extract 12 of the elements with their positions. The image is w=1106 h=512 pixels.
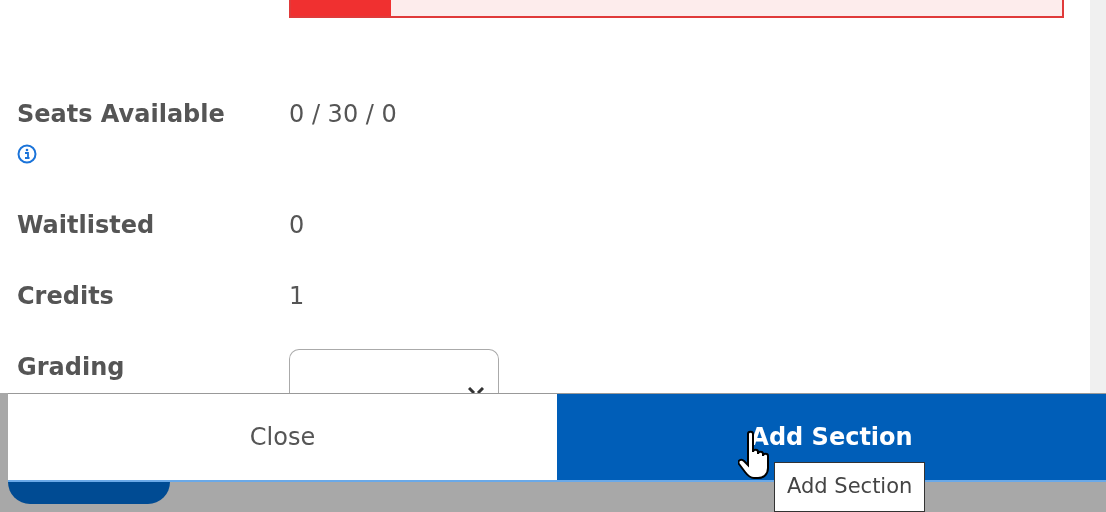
field-value: 0 / 30 / 0 [289,99,397,130]
field-label: Waitlisted [17,210,156,241]
tooltip: Add Section [774,462,926,512]
field-label: Grading [17,352,126,383]
field-label: Seats Available [17,99,226,130]
field-value: 1 [289,281,305,312]
field-value: 0 [289,210,305,241]
close-button[interactable]: Close [8,394,557,480]
info-icon[interactable] [17,144,37,164]
field-label: Credits [17,281,115,312]
scrollbar[interactable] [1090,0,1106,393]
chevron-down-icon [468,387,484,393]
